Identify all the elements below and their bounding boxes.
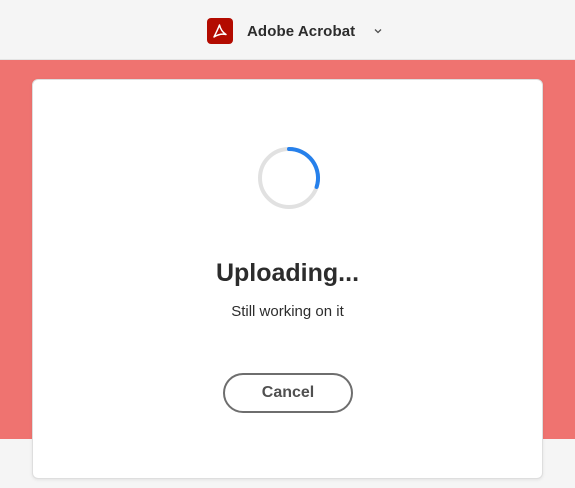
cancel-button[interactable]: Cancel bbox=[223, 373, 353, 413]
loading-spinner-icon bbox=[258, 146, 321, 209]
app-header: Adobe Acrobat bbox=[0, 0, 575, 60]
chevron-down-icon[interactable] bbox=[373, 26, 383, 36]
dialog-subtitle: Still working on it bbox=[231, 303, 344, 320]
dialog-title: Uploading... bbox=[215, 259, 360, 287]
upload-dialog: Uploading... Still working on it Cancel bbox=[32, 79, 543, 479]
app-switcher[interactable]: Adobe Acrobat bbox=[207, 18, 383, 44]
acrobat-logo-icon bbox=[207, 18, 233, 44]
app-name: Adobe Acrobat bbox=[247, 22, 356, 40]
